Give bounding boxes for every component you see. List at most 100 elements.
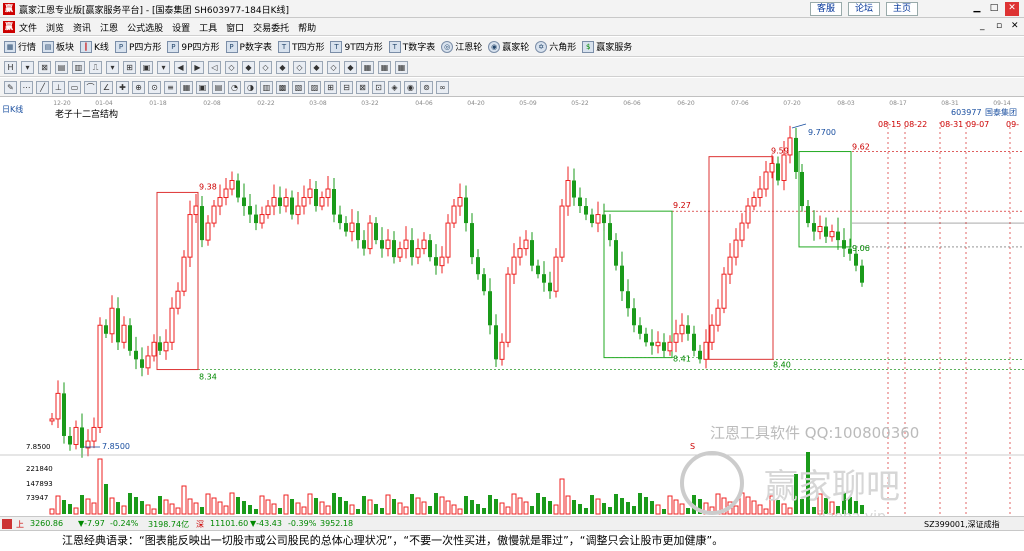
tool-14-icon[interactable]: ◇	[225, 60, 238, 74]
toolbar-quotes[interactable]: ▦ 行情	[4, 40, 36, 53]
tool-12-icon[interactable]: ▶	[191, 60, 204, 74]
analysis-tool-6-icon[interactable]: ⌒	[84, 80, 97, 94]
toolbar-9t-square[interactable]: T 9T四方形	[330, 40, 383, 53]
volume-bar-up	[73, 507, 79, 515]
tool-5-icon[interactable]: ▥	[72, 60, 85, 74]
analysis-tool-28-icon[interactable]: ∞	[436, 80, 449, 94]
menu-tools[interactable]: 工具	[199, 21, 217, 34]
toolbar-hexagon[interactable]: ✡ 六角形	[535, 40, 576, 53]
tool-19-icon[interactable]: ◆	[310, 60, 323, 74]
analysis-tool-18-icon[interactable]: ▩	[276, 80, 289, 94]
analysis-tool-21-icon[interactable]: ⊞	[324, 80, 337, 94]
tool-4-icon[interactable]: ▤	[55, 60, 68, 74]
tool-8-icon[interactable]: ⊞	[123, 60, 136, 74]
kline-chart-area[interactable]: 12-20 01-04 01-18 02-08 02-22 03-08 03-22 04-06…	[0, 98, 1024, 525]
forum-link[interactable]: 论坛	[848, 2, 880, 16]
analysis-tool-17-icon[interactable]: ▥	[260, 80, 273, 94]
toolbar-kline[interactable]: ┃ K线	[80, 40, 109, 53]
tool-2-icon[interactable]: ▾	[21, 60, 34, 74]
analysis-tool-7-icon[interactable]: ∠	[100, 80, 113, 94]
doc-minimize-icon[interactable]: _	[980, 21, 985, 31]
analysis-tool-22-icon[interactable]: ⊟	[340, 80, 353, 94]
toolbar-winner-wheel[interactable]: ◉ 赢家轮	[488, 40, 529, 53]
tool-7-icon[interactable]: ▾	[106, 60, 119, 74]
toolbar-p-square[interactable]: P P四方形	[114, 40, 161, 53]
tool-15-icon[interactable]: ◆	[242, 60, 255, 74]
menu-gann[interactable]: 江恩	[100, 21, 118, 34]
analysis-tool-25-icon[interactable]: ◈	[388, 80, 401, 94]
analysis-tool-10-icon[interactable]: ⊙	[148, 80, 161, 94]
toolbar-gann-wheel[interactable]: ◎ 江恩轮	[441, 40, 482, 53]
candle-body-down	[380, 240, 384, 249]
toolbar-t-number[interactable]: T T数字表	[388, 40, 435, 53]
tool-18-icon[interactable]: ◇	[293, 60, 306, 74]
analysis-tool-2-icon[interactable]: ⋯	[20, 80, 33, 94]
gann-box-green	[603, 210, 673, 359]
tool-3-icon[interactable]: ⊠	[38, 60, 51, 74]
maximize-icon[interactable]: □	[987, 2, 1001, 16]
menu-browse[interactable]: 浏览	[46, 21, 64, 34]
analysis-tool-4-icon[interactable]: ⊥	[52, 80, 65, 94]
candle-body-down	[836, 231, 840, 241]
analysis-tool-5-icon[interactable]: ▭	[68, 80, 81, 94]
menu-formula[interactable]: 公式选股	[127, 21, 163, 34]
toolbar-p-number[interactable]: P P数字表	[225, 40, 272, 53]
tool-16-icon[interactable]: ◇	[259, 60, 272, 74]
close-icon[interactable]: ✕	[1005, 2, 1019, 16]
candle-body-up	[757, 188, 763, 199]
analysis-tool-14-icon[interactable]: ▤	[212, 80, 225, 94]
analysis-tool-13-icon[interactable]: ▣	[196, 80, 209, 94]
analysis-tool-15-icon[interactable]: ◔	[228, 80, 241, 94]
analysis-tool-19-icon[interactable]: ▧	[292, 80, 305, 94]
tool-13-icon[interactable]: ◁	[208, 60, 221, 74]
analysis-tool-11-icon[interactable]: ≡	[164, 80, 177, 94]
menu-news[interactable]: 资讯	[73, 21, 91, 34]
analysis-tool-8-icon[interactable]: ✚	[116, 80, 129, 94]
tool-20-icon[interactable]: ◇	[327, 60, 340, 74]
tool-11-icon[interactable]: ◀	[174, 60, 187, 74]
analysis-tool-1-icon[interactable]: ✎	[4, 80, 17, 94]
analysis-tool-9-icon[interactable]: ⊕	[132, 80, 145, 94]
tool-22-icon[interactable]: ▦	[361, 60, 374, 74]
candle-body-down	[548, 282, 552, 292]
candle-body-down	[842, 240, 846, 249]
tool-21-icon[interactable]: ◆	[344, 60, 357, 74]
menu-file[interactable]: 文件	[19, 21, 37, 34]
volume-bar-down	[338, 497, 342, 514]
tool-9-icon[interactable]: ▣	[140, 60, 153, 74]
analysis-tool-3-icon[interactable]: ╱	[36, 80, 49, 94]
sz-index-value[interactable]: 11101.60	[210, 519, 248, 528]
sh-index-value[interactable]: 3260.86	[30, 519, 63, 528]
volume-bar-down	[650, 501, 654, 514]
menu-help[interactable]: 帮助	[298, 21, 316, 34]
tool-24-icon[interactable]: ▦	[395, 60, 408, 74]
analysis-tool-23-icon[interactable]: ⊠	[356, 80, 369, 94]
toolbar-sectors[interactable]: ▤ 板块	[42, 40, 74, 53]
candle-body-down	[68, 435, 72, 445]
analysis-tool-20-icon[interactable]: ▨	[308, 80, 321, 94]
analysis-tool-26-icon[interactable]: ◉	[404, 80, 417, 94]
homepage-link[interactable]: 主页	[886, 2, 918, 16]
minimize-icon[interactable]: ▁	[970, 2, 984, 16]
toolbar-service[interactable]: $ 赢家服务	[582, 40, 632, 53]
analysis-tool-16-icon[interactable]: ◑	[244, 80, 257, 94]
kline-chart[interactable]: 12-20 01-04 01-18 02-08 02-22 03-08 03-22 04-06…	[0, 98, 1024, 525]
toolbar-9p-square[interactable]: P 9P四方形	[167, 40, 220, 53]
analysis-tool-12-icon[interactable]: ▦	[180, 80, 193, 94]
menu-window[interactable]: 窗口	[226, 21, 244, 34]
volume-bar-up	[421, 501, 427, 515]
menu-trade[interactable]: 交易委托	[253, 21, 289, 34]
doc-restore-icon[interactable]: ▫	[996, 21, 1002, 31]
menu-settings[interactable]: 设置	[172, 21, 190, 34]
tool-10-icon[interactable]: ▾	[157, 60, 170, 74]
tool-17-icon[interactable]: ◆	[276, 60, 289, 74]
tool-6-icon[interactable]: ⎍	[89, 60, 102, 74]
doc-close-icon[interactable]: ✕	[1011, 21, 1019, 31]
tool-23-icon[interactable]: ▦	[378, 60, 391, 74]
toolbar-t-square[interactable]: T T四方形	[277, 40, 324, 53]
analysis-tool-24-icon[interactable]: ⊡	[372, 80, 385, 94]
customer-service-link[interactable]: 客服	[810, 2, 842, 16]
tool-1-icon[interactable]: H	[4, 60, 17, 74]
date-tick: 05-09	[519, 100, 537, 107]
analysis-tool-27-icon[interactable]: ⊚	[420, 80, 433, 94]
